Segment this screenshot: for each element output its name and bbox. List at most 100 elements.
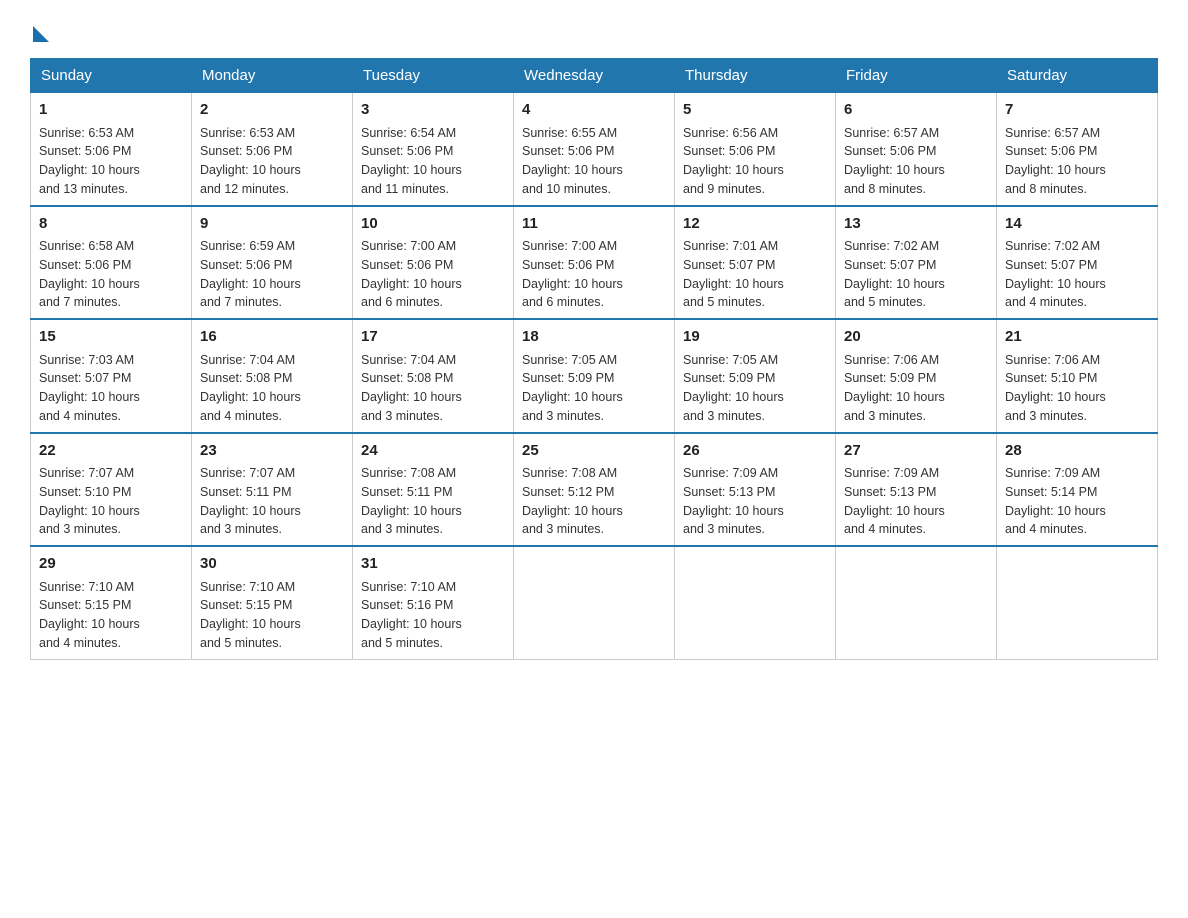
sunrise-label: Sunrise: 6:54 AM: [361, 126, 456, 140]
daylight-label: Daylight: 10 hours: [683, 504, 784, 518]
day-of-week-header: Sunday: [31, 59, 192, 93]
daylight-label: Daylight: 10 hours: [522, 277, 623, 291]
sunset-label: Sunset: 5:06 PM: [200, 144, 292, 158]
calendar-cell: [514, 546, 675, 659]
sunrise-label: Sunrise: 7:09 AM: [683, 466, 778, 480]
day-number: 8: [39, 213, 183, 236]
sunset-label: Sunset: 5:12 PM: [522, 485, 614, 499]
sunset-label: Sunset: 5:09 PM: [683, 371, 775, 385]
calendar-cell: 11 Sunrise: 7:00 AM Sunset: 5:06 PM Dayl…: [514, 206, 675, 320]
page-header: [30, 20, 1158, 42]
day-number: 2: [200, 99, 344, 122]
calendar-cell: 17 Sunrise: 7:04 AM Sunset: 5:08 PM Dayl…: [353, 319, 514, 433]
calendar-header-row: SundayMondayTuesdayWednesdayThursdayFrid…: [31, 59, 1158, 93]
daylight-minutes: and 3 minutes.: [683, 409, 765, 423]
day-number: 20: [844, 326, 988, 349]
sunset-label: Sunset: 5:15 PM: [200, 598, 292, 612]
daylight-minutes: and 4 minutes.: [1005, 295, 1087, 309]
calendar-week-row: 1 Sunrise: 6:53 AM Sunset: 5:06 PM Dayli…: [31, 93, 1158, 206]
calendar-cell: 18 Sunrise: 7:05 AM Sunset: 5:09 PM Dayl…: [514, 319, 675, 433]
day-number: 9: [200, 213, 344, 236]
calendar-cell: 9 Sunrise: 6:59 AM Sunset: 5:06 PM Dayli…: [192, 206, 353, 320]
daylight-minutes: and 5 minutes.: [683, 295, 765, 309]
daylight-minutes: and 6 minutes.: [361, 295, 443, 309]
daylight-minutes: and 7 minutes.: [200, 295, 282, 309]
sunrise-label: Sunrise: 7:03 AM: [39, 353, 134, 367]
daylight-label: Daylight: 10 hours: [522, 504, 623, 518]
daylight-label: Daylight: 10 hours: [1005, 504, 1106, 518]
daylight-label: Daylight: 10 hours: [39, 163, 140, 177]
daylight-minutes: and 6 minutes.: [522, 295, 604, 309]
daylight-minutes: and 3 minutes.: [522, 522, 604, 536]
day-number: 18: [522, 326, 666, 349]
sunset-label: Sunset: 5:13 PM: [844, 485, 936, 499]
daylight-minutes: and 10 minutes.: [522, 182, 611, 196]
sunset-label: Sunset: 5:15 PM: [39, 598, 131, 612]
daylight-minutes: and 4 minutes.: [39, 409, 121, 423]
day-number: 5: [683, 99, 827, 122]
calendar-cell: [997, 546, 1158, 659]
calendar-week-row: 8 Sunrise: 6:58 AM Sunset: 5:06 PM Dayli…: [31, 206, 1158, 320]
calendar-cell: [836, 546, 997, 659]
sunset-label: Sunset: 5:07 PM: [1005, 258, 1097, 272]
sunrise-label: Sunrise: 7:00 AM: [522, 239, 617, 253]
calendar-cell: 30 Sunrise: 7:10 AM Sunset: 5:15 PM Dayl…: [192, 546, 353, 659]
day-number: 23: [200, 440, 344, 463]
sunrise-label: Sunrise: 6:56 AM: [683, 126, 778, 140]
sunrise-label: Sunrise: 7:07 AM: [39, 466, 134, 480]
sunset-label: Sunset: 5:06 PM: [522, 144, 614, 158]
sunset-label: Sunset: 5:09 PM: [522, 371, 614, 385]
calendar-cell: 10 Sunrise: 7:00 AM Sunset: 5:06 PM Dayl…: [353, 206, 514, 320]
sunset-label: Sunset: 5:06 PM: [200, 258, 292, 272]
sunrise-label: Sunrise: 6:57 AM: [844, 126, 939, 140]
sunset-label: Sunset: 5:07 PM: [39, 371, 131, 385]
calendar-cell: [675, 546, 836, 659]
day-of-week-header: Wednesday: [514, 59, 675, 93]
calendar-cell: 7 Sunrise: 6:57 AM Sunset: 5:06 PM Dayli…: [997, 93, 1158, 206]
daylight-minutes: and 3 minutes.: [683, 522, 765, 536]
day-number: 14: [1005, 213, 1149, 236]
sunrise-label: Sunrise: 7:08 AM: [522, 466, 617, 480]
daylight-label: Daylight: 10 hours: [200, 390, 301, 404]
day-number: 21: [1005, 326, 1149, 349]
daylight-minutes: and 4 minutes.: [200, 409, 282, 423]
sunset-label: Sunset: 5:09 PM: [844, 371, 936, 385]
daylight-minutes: and 3 minutes.: [200, 522, 282, 536]
day-number: 29: [39, 553, 183, 576]
daylight-minutes: and 3 minutes.: [1005, 409, 1087, 423]
calendar-cell: 16 Sunrise: 7:04 AM Sunset: 5:08 PM Dayl…: [192, 319, 353, 433]
daylight-minutes: and 3 minutes.: [844, 409, 926, 423]
daylight-minutes: and 8 minutes.: [844, 182, 926, 196]
sunset-label: Sunset: 5:07 PM: [844, 258, 936, 272]
day-number: 10: [361, 213, 505, 236]
sunset-label: Sunset: 5:06 PM: [39, 258, 131, 272]
day-number: 25: [522, 440, 666, 463]
sunset-label: Sunset: 5:10 PM: [1005, 371, 1097, 385]
daylight-label: Daylight: 10 hours: [1005, 277, 1106, 291]
logo-arrow-icon: [33, 26, 49, 42]
day-of-week-header: Tuesday: [353, 59, 514, 93]
logo: [30, 20, 49, 42]
daylight-label: Daylight: 10 hours: [844, 163, 945, 177]
sunset-label: Sunset: 5:14 PM: [1005, 485, 1097, 499]
sunset-label: Sunset: 5:11 PM: [361, 485, 453, 499]
daylight-label: Daylight: 10 hours: [844, 277, 945, 291]
day-of-week-header: Saturday: [997, 59, 1158, 93]
day-number: 12: [683, 213, 827, 236]
daylight-label: Daylight: 10 hours: [1005, 390, 1106, 404]
day-of-week-header: Monday: [192, 59, 353, 93]
day-of-week-header: Friday: [836, 59, 997, 93]
daylight-label: Daylight: 10 hours: [39, 504, 140, 518]
calendar-cell: 31 Sunrise: 7:10 AM Sunset: 5:16 PM Dayl…: [353, 546, 514, 659]
sunset-label: Sunset: 5:11 PM: [200, 485, 292, 499]
day-number: 28: [1005, 440, 1149, 463]
day-number: 19: [683, 326, 827, 349]
day-number: 13: [844, 213, 988, 236]
daylight-minutes: and 13 minutes.: [39, 182, 128, 196]
calendar-cell: 20 Sunrise: 7:06 AM Sunset: 5:09 PM Dayl…: [836, 319, 997, 433]
day-number: 16: [200, 326, 344, 349]
day-number: 7: [1005, 99, 1149, 122]
daylight-label: Daylight: 10 hours: [200, 617, 301, 631]
sunrise-label: Sunrise: 6:55 AM: [522, 126, 617, 140]
daylight-label: Daylight: 10 hours: [361, 390, 462, 404]
